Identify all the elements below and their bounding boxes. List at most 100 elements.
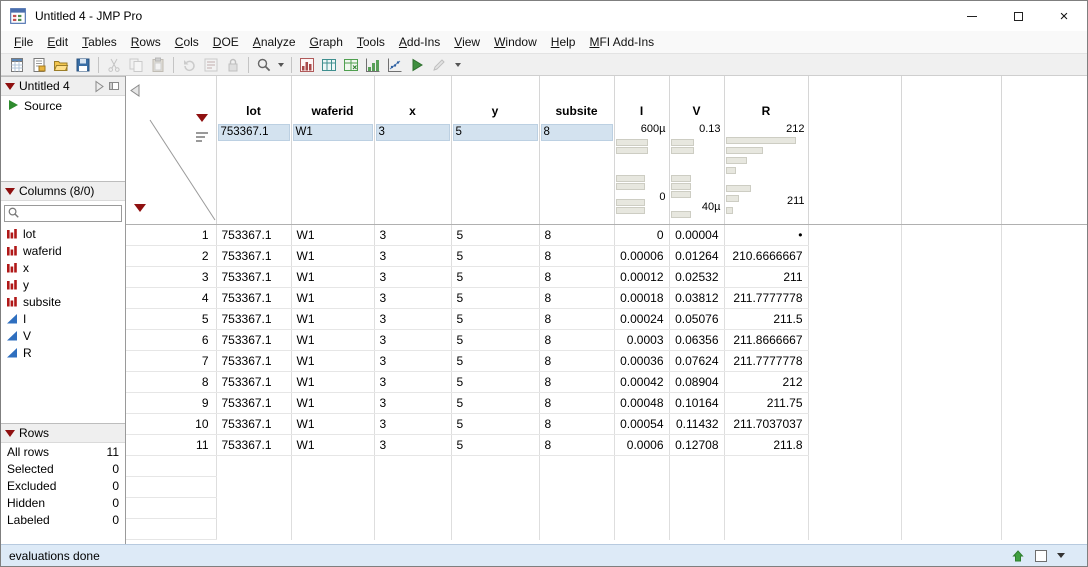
column-sort-icon[interactable] [196, 132, 208, 142]
status-dropdown-caret[interactable] [1057, 553, 1065, 558]
dock-panel-icon[interactable] [108, 80, 121, 93]
table-red-triangle-icon[interactable] [5, 82, 15, 90]
new-journal-button[interactable] [28, 55, 50, 75]
cell-y[interactable]: 5 [451, 245, 540, 267]
row-number[interactable]: 6 [126, 329, 217, 351]
menu-edit[interactable]: Edit [40, 35, 75, 49]
cut-button[interactable] [103, 55, 125, 75]
column-item-lot[interactable]: lot [1, 225, 125, 242]
cell-x[interactable]: 3 [374, 350, 452, 372]
cell-x[interactable]: 3 [374, 266, 452, 288]
cell-y[interactable]: 5 [451, 350, 540, 372]
distribution-button[interactable] [296, 55, 318, 75]
status-checkbox[interactable] [1035, 549, 1047, 562]
column-item-subsite[interactable]: subsite [1, 293, 125, 310]
cell-R[interactable]: 211 [724, 266, 809, 288]
menu-file[interactable]: File [7, 35, 40, 49]
menu-tools[interactable]: Tools [350, 35, 392, 49]
cell-V[interactable]: 0.11432 [669, 413, 725, 435]
column-header-lot[interactable]: lot [216, 76, 292, 121]
cell-subsite[interactable]: 8 [539, 308, 615, 330]
cell-lot[interactable]: 753367.1 [216, 308, 292, 330]
cell-V[interactable]: 0.01264 [669, 245, 725, 267]
chevron-right-icon[interactable] [93, 80, 106, 93]
cell-x[interactable]: 3 [374, 434, 452, 456]
cell-V[interactable]: 0.02532 [669, 266, 725, 288]
cell-y[interactable]: 5 [451, 266, 540, 288]
source-script-item[interactable]: Source [1, 96, 125, 114]
menu-help[interactable]: Help [544, 35, 583, 49]
new-data-table-button[interactable] [6, 55, 28, 75]
header-graph-lot[interactable]: 753367.1 [216, 121, 292, 225]
cell-waferid[interactable]: W1 [291, 350, 375, 372]
cell-x[interactable]: 3 [374, 413, 452, 435]
cell-R[interactable]: 211.8 [724, 434, 809, 456]
column-header-I[interactable]: I [614, 76, 670, 121]
column-item-waferid[interactable]: waferid [1, 242, 125, 259]
close-button[interactable]: × [1041, 1, 1087, 31]
cell-V[interactable]: 0.00004 [669, 224, 725, 246]
cell-waferid[interactable]: W1 [291, 392, 375, 414]
cell-x[interactable]: 3 [374, 329, 452, 351]
header-graph-y[interactable]: 5 [451, 121, 540, 225]
rows-menu-red-triangle-icon[interactable] [134, 204, 146, 212]
cell-I[interactable]: 0.00018 [614, 287, 670, 309]
cell-R[interactable]: 211.7037037 [724, 413, 809, 435]
menu-cols[interactable]: Cols [168, 35, 206, 49]
cell-I[interactable]: 0.00036 [614, 350, 670, 372]
cell-R[interactable]: 212 [724, 371, 809, 393]
cell-V[interactable]: 0.10164 [669, 392, 725, 414]
row-number[interactable]: 11 [126, 434, 217, 456]
zoom-dropdown-caret[interactable] [278, 62, 284, 67]
cell-subsite[interactable]: 8 [539, 287, 615, 309]
cell-x[interactable]: 3 [374, 308, 452, 330]
save-file-button[interactable] [72, 55, 94, 75]
cell-I[interactable]: 0.00042 [614, 371, 670, 393]
columns-panel-header[interactable]: Columns (8/0) [1, 181, 125, 201]
row-number[interactable]: 3 [126, 266, 217, 288]
cell-I[interactable]: 0.00048 [614, 392, 670, 414]
column-item-x[interactable]: x [1, 259, 125, 276]
cell-V[interactable]: 0.12708 [669, 434, 725, 456]
row-number[interactable]: 2 [126, 245, 217, 267]
cell-subsite[interactable]: 8 [539, 245, 615, 267]
cell-lot[interactable]: 753367.1 [216, 245, 292, 267]
cell-x[interactable]: 3 [374, 224, 452, 246]
cell-lot[interactable]: 753367.1 [216, 371, 292, 393]
cell-I[interactable]: 0.00006 [614, 245, 670, 267]
open-file-button[interactable] [50, 55, 72, 75]
cell-R[interactable]: 211.8666667 [724, 329, 809, 351]
header-graph-R[interactable]: 212 211 [724, 121, 809, 225]
table-panel-header[interactable]: Untitled 4 [1, 76, 125, 96]
cell-lot[interactable]: 753367.1 [216, 434, 292, 456]
cell-x[interactable]: 3 [374, 245, 452, 267]
cell-y[interactable]: 5 [451, 224, 540, 246]
cell-waferid[interactable]: W1 [291, 308, 375, 330]
menu-doe[interactable]: DOE [206, 35, 246, 49]
cell-R[interactable]: 211.7777778 [724, 287, 809, 309]
cell-lot[interactable]: 753367.1 [216, 413, 292, 435]
cell-waferid[interactable]: W1 [291, 266, 375, 288]
cell-waferid[interactable]: W1 [291, 434, 375, 456]
header-graph-subsite[interactable]: 8 [539, 121, 615, 225]
run-script-button[interactable] [406, 55, 428, 75]
cell-V[interactable]: 0.08904 [669, 371, 725, 393]
menu-tables[interactable]: Tables [75, 35, 124, 49]
header-preview-subsite[interactable]: 8 [540, 124, 613, 141]
column-header-V[interactable]: V [669, 76, 725, 121]
column-search-input[interactable] [4, 205, 122, 222]
cell-waferid[interactable]: W1 [291, 413, 375, 435]
cell-y[interactable]: 5 [451, 308, 540, 330]
column-item-V[interactable]: V [1, 327, 125, 344]
cell-y[interactable]: 5 [451, 287, 540, 309]
paste-button[interactable] [147, 55, 169, 75]
cell-y[interactable]: 5 [451, 329, 540, 351]
cell-x[interactable]: 3 [374, 392, 452, 414]
column-header-subsite[interactable]: subsite [539, 76, 615, 121]
maximize-button[interactable] [995, 1, 1041, 31]
cell-subsite[interactable]: 8 [539, 392, 615, 414]
cell-x[interactable]: 3 [374, 287, 452, 309]
cell-subsite[interactable]: 8 [539, 371, 615, 393]
cell-subsite[interactable]: 8 [539, 434, 615, 456]
row-number[interactable]: 8 [126, 371, 217, 393]
